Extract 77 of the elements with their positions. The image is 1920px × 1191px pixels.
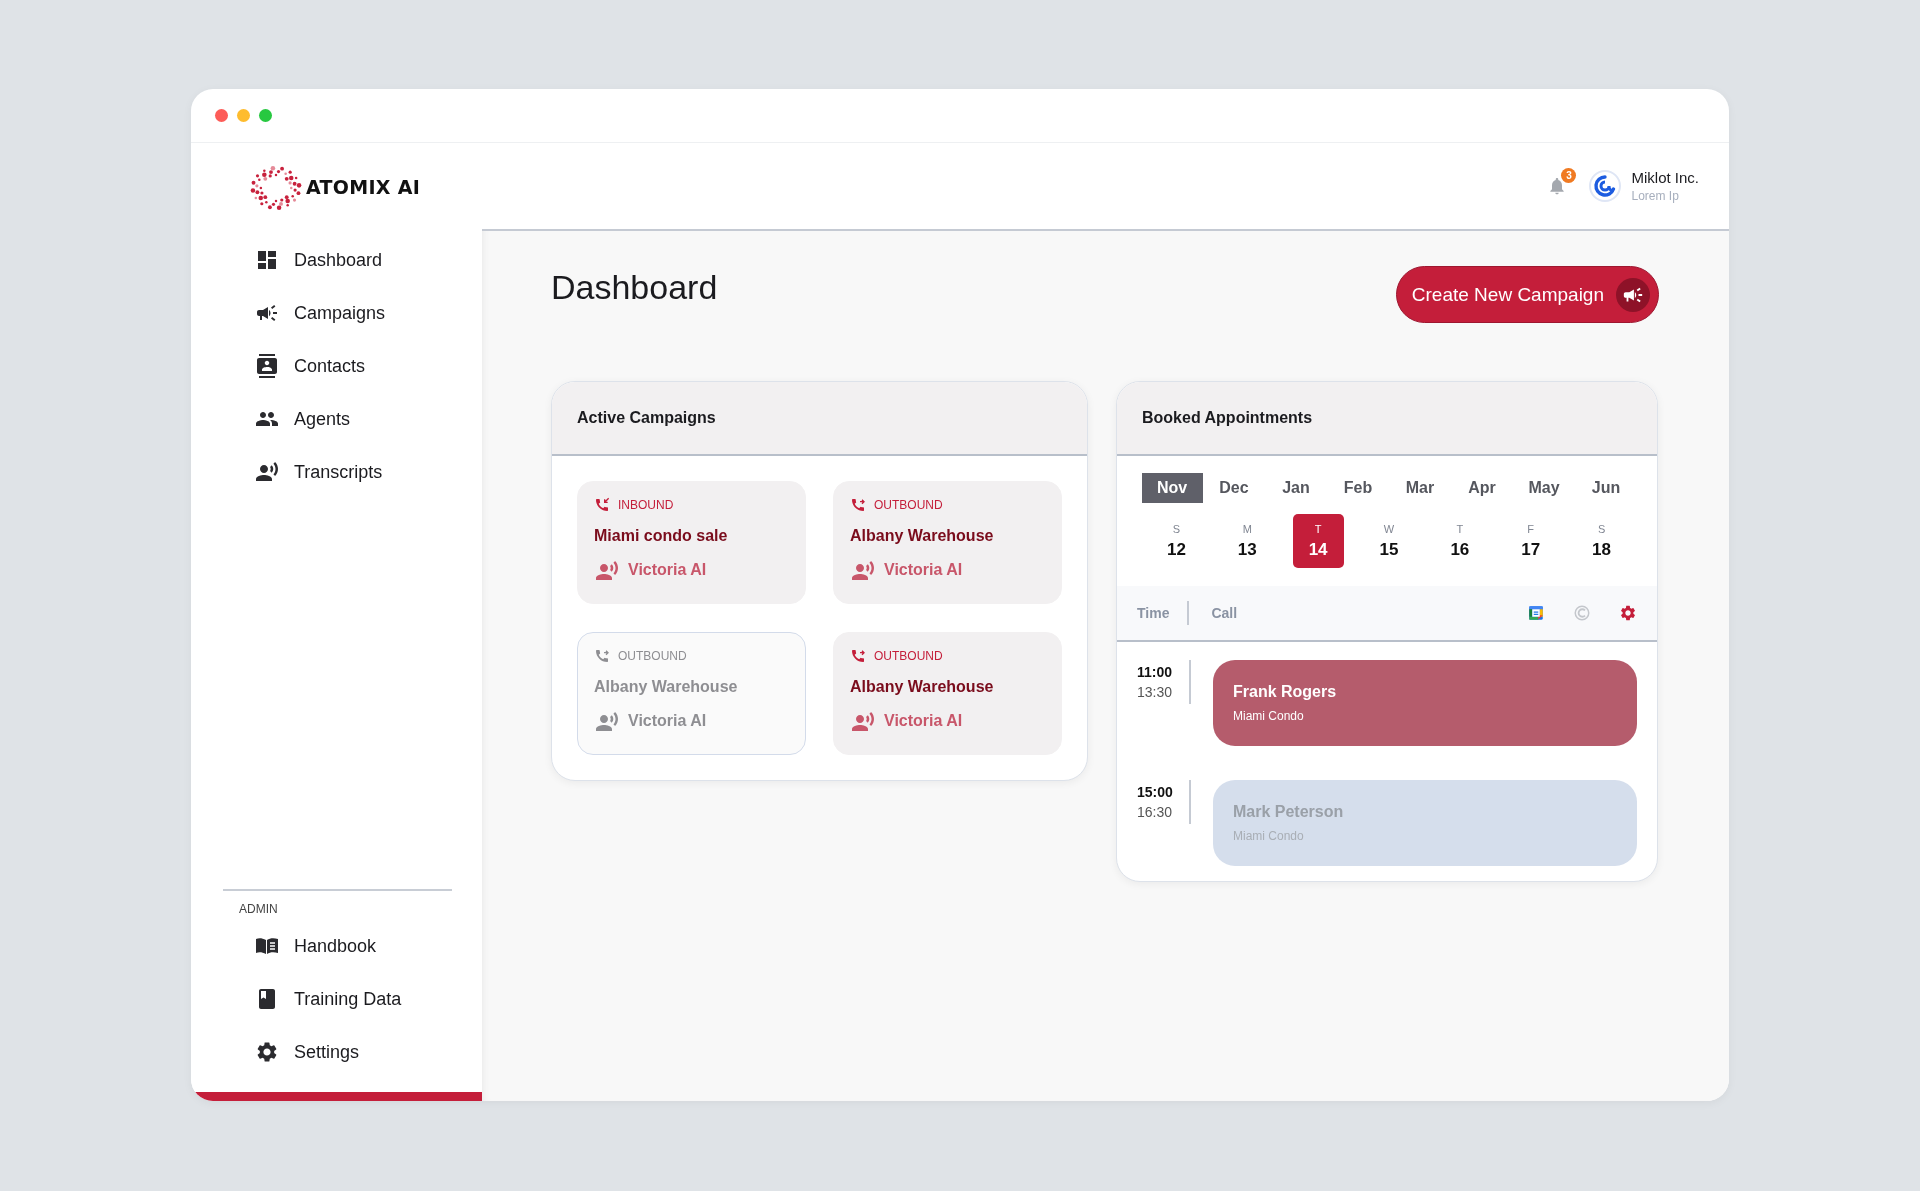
day-button[interactable]: F 17 xyxy=(1505,514,1557,568)
minimize-button[interactable] xyxy=(237,109,250,122)
circle-c-icon xyxy=(1573,604,1591,622)
account-subtitle: Lorem Ip xyxy=(1631,189,1680,203)
nav-item[interactable]: Training Data xyxy=(191,979,482,1019)
column-header: Time xyxy=(1137,601,1190,625)
month-tab[interactable]: Nov xyxy=(1141,473,1203,503)
nav-item[interactable]: Dashboard xyxy=(191,240,482,280)
month-tab[interactable]: Feb xyxy=(1327,473,1389,503)
month-tab[interactable]: Apr xyxy=(1451,473,1513,503)
page-title: Dashboard xyxy=(551,267,718,308)
maximize-button[interactable] xyxy=(259,109,272,122)
appointment-card[interactable]: Frank Rogers Miami Condo xyxy=(1213,660,1637,746)
settings-icon xyxy=(1619,604,1637,622)
call-direction: OUTBOUND xyxy=(618,649,687,663)
contact-name: Frank Rogers xyxy=(1233,683,1338,701)
agent-name: Victoria AI xyxy=(628,712,707,730)
call-direction: INBOUND xyxy=(618,498,674,512)
megaphone-icon xyxy=(1616,277,1650,312)
campaign-card[interactable]: OUTBOUND Albany Warehouse Victoria AI xyxy=(833,632,1062,755)
end-time: 13:30 xyxy=(1137,684,1174,700)
nav-item[interactable]: Contacts xyxy=(191,346,482,386)
nav-item[interactable]: Agents xyxy=(191,399,482,439)
account-avatar[interactable] xyxy=(1589,170,1622,202)
outgoing-call-icon xyxy=(850,497,866,513)
campaign-name: Albany Warehouse xyxy=(850,527,995,545)
outgoing-call-icon xyxy=(850,648,866,664)
dashboard-icon xyxy=(255,248,279,272)
panel-title: Active Campaigns xyxy=(552,382,1087,456)
panel-title: Booked Appointments xyxy=(1117,382,1657,456)
start-time: 11:00 xyxy=(1137,664,1174,680)
end-time: 16:30 xyxy=(1137,804,1174,820)
nav-item[interactable]: Transcripts xyxy=(191,452,482,492)
nav-item[interactable]: Handbook xyxy=(191,926,482,966)
appointment-subtitle: Miami Condo xyxy=(1233,709,1305,723)
agent-name: Victoria AI xyxy=(884,561,963,579)
campaign-name: Albany Warehouse xyxy=(594,678,739,696)
nav-item[interactable]: Settings xyxy=(191,1032,482,1072)
day-button[interactable]: W 15 xyxy=(1363,514,1415,568)
nav-item[interactable]: Campaigns xyxy=(191,293,482,333)
day-button[interactable]: S 12 xyxy=(1150,514,1202,568)
speaking-person-icon xyxy=(594,559,618,581)
outgoing-call-icon xyxy=(594,648,610,664)
agent-name: Victoria AI xyxy=(884,712,963,730)
create-campaign-button[interactable]: Create New Campaign xyxy=(1395,266,1659,323)
call-direction: OUTBOUND xyxy=(874,498,943,512)
campaign-name: Miami condo sale xyxy=(594,527,729,545)
brand-name: ATOMIX AI xyxy=(306,176,421,198)
notification-badge: 3 xyxy=(1561,168,1577,183)
day-button[interactable]: S 18 xyxy=(1576,514,1628,568)
contact-name: Mark Peterson xyxy=(1233,803,1345,821)
agent-name: Victoria AI xyxy=(628,561,707,579)
start-time: 15:00 xyxy=(1137,784,1174,800)
month-tab[interactable]: Jan xyxy=(1265,473,1327,503)
settings-icon xyxy=(255,1040,279,1064)
campaign-name: Albany Warehouse xyxy=(850,678,995,696)
speaking-person-icon xyxy=(594,710,618,732)
campaign-card[interactable]: INBOUND Miami condo sale Victoria AI xyxy=(577,481,806,604)
campaign-card[interactable]: OUTBOUND Albany Warehouse Victoria AI xyxy=(833,481,1062,604)
calendar-icon xyxy=(1527,604,1545,622)
call-direction: OUTBOUND xyxy=(874,649,943,663)
day-button[interactable]: T 16 xyxy=(1434,514,1486,568)
account-name: Miklot Inc. xyxy=(1631,169,1699,186)
day-button[interactable]: T 14 xyxy=(1292,514,1344,568)
month-tab[interactable]: Dec xyxy=(1203,473,1265,503)
month-tab[interactable]: May xyxy=(1513,473,1575,503)
contact-card-icon xyxy=(255,354,279,378)
section-heading: ADMIN xyxy=(238,901,279,918)
month-tab[interactable]: Jun xyxy=(1575,473,1637,503)
incoming-call-icon xyxy=(594,497,610,513)
day-button[interactable]: M 13 xyxy=(1221,514,1273,568)
month-tab[interactable]: Mar xyxy=(1389,473,1451,503)
speaking-person-icon xyxy=(255,460,279,484)
speaking-person-icon xyxy=(850,559,874,581)
close-button[interactable] xyxy=(215,109,228,122)
speaking-person-icon xyxy=(850,710,874,732)
column-header: Call xyxy=(1211,605,1238,621)
